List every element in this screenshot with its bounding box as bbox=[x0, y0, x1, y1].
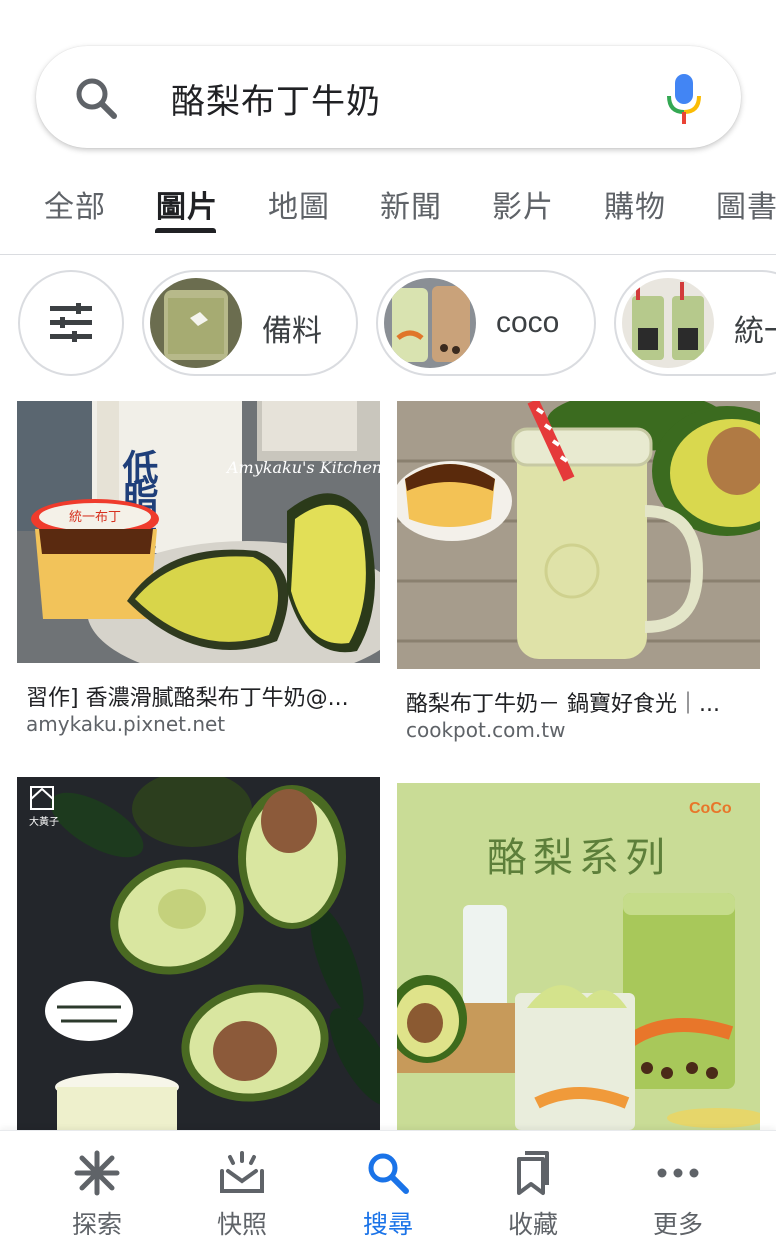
brand-logo-text: 大黃子 bbox=[29, 815, 59, 828]
more-dots-icon bbox=[657, 1168, 699, 1178]
tab-maps[interactable]: 地圖 bbox=[268, 182, 330, 226]
nav-label: 探索 bbox=[71, 1210, 122, 1239]
nav-label: 收藏 bbox=[507, 1210, 558, 1239]
coco-logo-text: CoCo bbox=[689, 800, 732, 817]
search-tabs: 全部 圖片 地圖 新聞 影片 購物 圖書 bbox=[0, 170, 776, 240]
snapshot-icon bbox=[220, 1151, 264, 1193]
result-title[interactable]: 習作] 香濃滑膩酪梨布丁牛奶@... bbox=[26, 680, 371, 712]
filter-button[interactable] bbox=[18, 270, 124, 376]
nav-discover[interactable]: 探索 bbox=[37, 1149, 157, 1241]
tab-videos[interactable]: 影片 bbox=[492, 182, 554, 226]
chip-coco[interactable]: coco bbox=[376, 270, 596, 376]
chip-label: 備料 bbox=[262, 314, 322, 349]
result-image[interactable] bbox=[397, 401, 760, 669]
result-title[interactable]: 酪梨布丁牛奶－ 鍋寶好食光｜... bbox=[406, 686, 751, 718]
search-icon bbox=[368, 1153, 409, 1194]
search-bar[interactable]: 酪梨布丁牛奶 bbox=[36, 46, 741, 148]
active-tab-indicator bbox=[155, 228, 216, 233]
result-image[interactable]: 低脂肪鮮乳 統一布丁 Amykaku's Kitchen bbox=[17, 401, 380, 663]
bookmarks-icon bbox=[517, 1151, 549, 1195]
result-source[interactable]: cookpot.com.tw bbox=[406, 718, 565, 742]
tab-shopping[interactable]: 購物 bbox=[604, 182, 666, 226]
result-image[interactable]: 大黃子 bbox=[17, 777, 380, 1130]
tab-news[interactable]: 新聞 bbox=[380, 182, 442, 226]
nav-label: 搜尋 bbox=[362, 1210, 413, 1239]
tab-images[interactable]: 圖片 bbox=[156, 182, 218, 226]
tab-books[interactable]: 圖書 bbox=[716, 182, 776, 226]
watermark-text: Amykaku's Kitchen bbox=[225, 458, 380, 477]
tab-all[interactable]: 全部 bbox=[44, 182, 106, 226]
nav-label: 更多 bbox=[652, 1210, 703, 1239]
chip-thumbnail bbox=[384, 278, 476, 368]
banner-text: 酪梨系列 bbox=[487, 835, 671, 881]
result-source[interactable]: amykaku.pixnet.net bbox=[26, 712, 225, 736]
nav-label: 快照 bbox=[216, 1210, 267, 1239]
nav-more[interactable]: 更多 bbox=[618, 1149, 738, 1241]
chip-thumbnail bbox=[622, 278, 714, 368]
chip-label: 統一 bbox=[734, 314, 776, 349]
pudding-label: 統一布丁 bbox=[69, 510, 121, 525]
microphone-icon[interactable] bbox=[666, 74, 702, 124]
search-input[interactable]: 酪梨布丁牛奶 bbox=[171, 74, 631, 123]
bottom-navigation: 探索 快照 搜尋 收藏 更多 bbox=[0, 1130, 776, 1250]
result-image[interactable]: 酪梨系列 CoCo bbox=[397, 783, 760, 1130]
nav-collections[interactable]: 收藏 bbox=[473, 1149, 593, 1241]
chip-ingredients[interactable]: 備料 bbox=[142, 270, 358, 376]
chip-uni-president[interactable]: 統一 bbox=[614, 270, 776, 376]
asterisk-icon bbox=[74, 1150, 120, 1196]
nav-snapshot[interactable]: 快照 bbox=[182, 1149, 302, 1241]
divider bbox=[0, 254, 776, 255]
tune-icon bbox=[50, 303, 92, 342]
nav-search[interactable]: 搜尋 bbox=[328, 1149, 448, 1241]
chip-thumbnail bbox=[150, 278, 242, 368]
chip-label: coco bbox=[496, 306, 560, 339]
search-icon[interactable] bbox=[72, 74, 120, 122]
